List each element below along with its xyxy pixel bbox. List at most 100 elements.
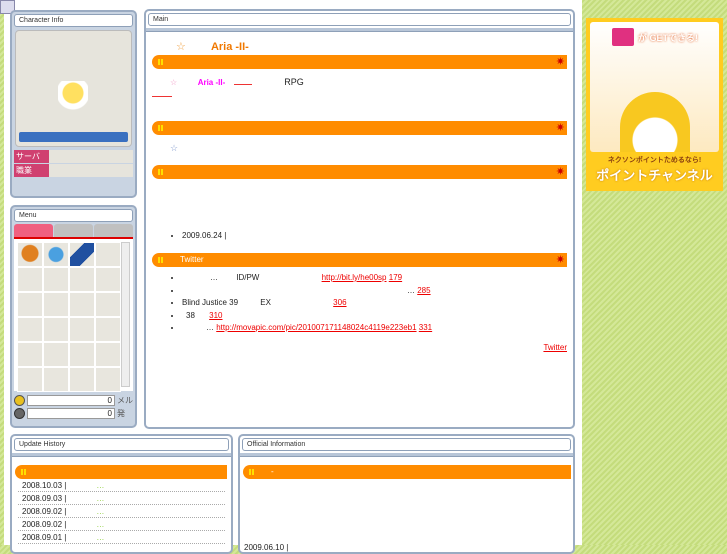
tweet-list: … ID/PW http://bit.ly/he00sp 179 … 285 B… [182,273,573,336]
panel-title: Update History [14,438,229,451]
banner-logo [612,28,634,46]
section-bar: ✷ [152,121,567,135]
empty-slot [17,292,43,317]
tweet-text: ID/PW [236,273,260,282]
update-item[interactable]: 2008.09.01 |… [18,531,225,544]
character-name-bar [19,132,128,142]
tv-icon[interactable] [43,242,69,267]
menu-tab-1[interactable] [14,224,53,237]
twitter-bar: Twitter ✷ [152,253,567,267]
tweet-text: 38 [186,310,195,320]
update-date: 2008.09.03 | [22,494,67,503]
job-label: 職業 [14,164,49,177]
twitter-bar-label: Twitter [180,255,204,264]
meso-coin-icon [14,395,25,406]
section-bar: ✷ [152,55,567,69]
tweet-text: … [210,273,218,282]
star-icon: ☆ [170,78,178,87]
tweet-text: … [407,285,415,295]
update-item[interactable]: 2008.09.03 | … [18,492,225,505]
banner-sub-text: ネクソンポイントためるなら! [607,157,702,164]
panel-title: Official Information [242,438,571,451]
tweet-text: Blind Justice 39 [182,298,239,307]
empty-slot [43,292,69,317]
leaf-icon: ✷ [555,166,565,178]
update-item[interactable]: 2008.10.03 | … [18,479,225,492]
update-date: 2008.10.03 | [22,481,67,490]
intro-link[interactable] [152,95,172,97]
tweet-permalink[interactable]: 285 [417,286,430,295]
book-icon[interactable] [69,242,95,267]
empty-slot [17,317,43,342]
panel-title: Menu [14,209,133,222]
empty-slot [95,342,121,367]
empty-slot [69,292,95,317]
section-bar [15,465,227,479]
update-text: … [96,481,105,490]
update-text: … [96,507,105,516]
server-label: サーバ [14,150,49,163]
tweet-permalink[interactable]: 310 [209,311,222,320]
empty-slot [69,317,95,342]
tweet-permalink[interactable]: 179 [389,273,402,282]
empty-slot [69,367,95,392]
update-date: 2008.09.01 | [22,533,67,542]
update-text: … [96,520,105,529]
tweet: … http://movapic.com/pic/201007171148024… [182,323,573,336]
main-panel: Main ☆ Aria -II- ✷ ☆ Aria -II- RPG ✷ ☆ ✷… [144,9,575,429]
panel-title: Character Info [14,14,133,27]
empty-slot [17,367,43,392]
banner-main-text: ポイントチャンネル [596,168,713,183]
update-item[interactable]: 2008.09.02 | … [18,505,225,518]
main-heading: Aria -II- [210,41,249,53]
update-date: 2008.09.02 | [22,520,67,529]
tweet-permalink[interactable]: 331 [419,323,432,332]
section-bar: ✷ [152,165,567,179]
empty-slot [43,267,69,292]
twitter-link[interactable]: Twitter [543,343,567,352]
tweet-link[interactable]: http://bit.ly/he00sp [322,273,387,282]
empty-slot [95,242,121,267]
bullet-value: 0 [27,408,115,419]
menu-tab-2[interactable] [54,224,93,237]
empty-slot [95,317,121,342]
character-avatar [58,81,88,121]
banner-top-text: が GETできる! [638,33,698,43]
bullet-icon [14,408,25,419]
update-item[interactable]: 2008.09.02 | … [18,518,225,531]
official-information-panel: Official Information - 2009.06.10 | [238,434,575,554]
character-display [15,30,132,147]
tweet-permalink[interactable]: 306 [333,298,346,307]
panel-title: Main [148,13,571,26]
intro-rpg: RPG [284,77,304,87]
banner-mascot [620,92,690,152]
menu-grid [17,242,130,392]
tweet-text: EX [260,298,271,307]
update-history-panel: Update History 2008.10.03 | … 2008.09.03 … [10,434,233,554]
menu-panel: Menu 0 メル 0 発 [10,205,137,428]
empty-slot [95,292,121,317]
empty-slot [95,367,121,392]
meso-value: 0 [27,395,115,406]
tweet: … ID/PW http://bit.ly/he00sp 179 [182,273,573,286]
section-bar-label: - [271,467,274,476]
empty-slot [43,342,69,367]
empty-slot [43,317,69,342]
news-item: 2009.06.24 | [182,231,573,244]
empty-slot [95,267,121,292]
character-info-panel: Character Info サーバ 職業 [10,10,137,198]
section-bar: - [243,465,571,479]
empty-slot [43,367,69,392]
tweet-link[interactable]: http://movapic.com/pic/201007171148024c4… [216,323,416,332]
leaf-icon: ✷ [555,122,565,134]
update-date: 2008.09.02 | [22,507,67,516]
point-channel-banner[interactable]: が GETできる! ネクソンポイントためるなら! ポイントチャンネル [586,18,723,191]
update-text: … [96,494,105,503]
menu-tab-3[interactable] [94,224,133,237]
scrollbar[interactable] [121,242,130,387]
mushroom-icon[interactable] [17,242,43,267]
empty-slot [69,267,95,292]
empty-slot [69,342,95,367]
meso-unit: メル [117,396,133,405]
tweet-text: … [206,323,214,332]
